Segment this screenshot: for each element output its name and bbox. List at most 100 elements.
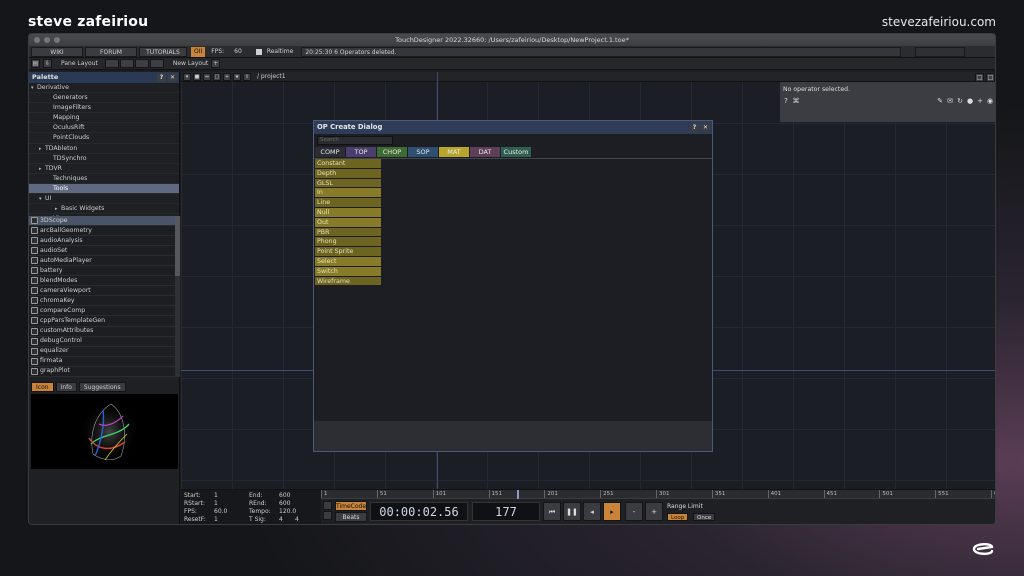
component-list-item[interactable]: 3DScope bbox=[29, 216, 175, 227]
fps-value[interactable]: 60.0 bbox=[214, 508, 227, 515]
scrollbar-thumb[interactable] bbox=[175, 216, 180, 276]
layout-option-4[interactable] bbox=[149, 59, 164, 68]
tab-icon[interactable]: Icon bbox=[31, 382, 54, 392]
start-value[interactable]: 1 bbox=[214, 492, 218, 499]
op-item[interactable]: Depth bbox=[315, 168, 381, 179]
component-list-item[interactable]: customAttributes bbox=[29, 327, 175, 337]
refresh-icon[interactable]: ↻ bbox=[956, 97, 964, 105]
tree-item[interactable]: Tools bbox=[29, 183, 179, 195]
rend-value[interactable]: 600 bbox=[279, 500, 290, 507]
tab-mat[interactable]: MAT bbox=[439, 147, 469, 157]
rewind-icon[interactable]: ⏮ bbox=[543, 502, 561, 521]
component-list-item[interactable]: audioSet bbox=[29, 246, 175, 257]
component-list-item[interactable]: battery bbox=[29, 266, 175, 277]
layout-option-1[interactable] bbox=[104, 59, 119, 68]
frame-display[interactable]: 177 bbox=[472, 502, 540, 521]
component-list-item[interactable]: chromaKey bbox=[29, 296, 175, 307]
network-path[interactable]: / project1 bbox=[257, 73, 286, 80]
link-icon[interactable]: ⇔ bbox=[203, 72, 211, 81]
timecode-display[interactable]: 00:00:02.56 bbox=[370, 502, 468, 521]
tree-item[interactable]: Techniques bbox=[29, 174, 179, 184]
component-list-item[interactable]: blendModes bbox=[29, 276, 175, 287]
step-forward-icon[interactable]: + bbox=[645, 502, 663, 521]
component-list-item[interactable]: graphPlot bbox=[29, 367, 175, 377]
tree-item[interactable]: OculusRift bbox=[29, 123, 179, 134]
once-button[interactable]: Once bbox=[693, 513, 716, 521]
close-icon[interactable]: ✕ bbox=[168, 73, 177, 82]
component-list-item[interactable]: audioAnalysis bbox=[29, 236, 175, 247]
resetf-value[interactable]: 1 bbox=[214, 516, 218, 523]
download-icon[interactable]: ⇩ bbox=[43, 59, 52, 68]
info-icon[interactable]: ● bbox=[966, 97, 974, 105]
tree-item[interactable]: Generators bbox=[29, 93, 179, 104]
component-list-item[interactable]: compareComp bbox=[29, 306, 175, 317]
op-search-input[interactable]: Search bbox=[317, 136, 393, 145]
op-item[interactable]: Select bbox=[315, 256, 381, 267]
dialog-help-icon[interactable]: ? bbox=[690, 123, 699, 132]
step-back-icon[interactable]: - bbox=[625, 502, 643, 521]
op-item[interactable]: Null bbox=[315, 207, 381, 218]
op-item[interactable]: Line bbox=[315, 198, 381, 208]
op-item[interactable]: Wireframe bbox=[315, 276, 381, 287]
tree-item[interactable]: ▾ UI bbox=[29, 194, 179, 205]
menu-arrow-icon[interactable]: ▾ bbox=[183, 72, 191, 81]
rstart-value[interactable]: 1 bbox=[214, 500, 218, 507]
end-value[interactable]: 600 bbox=[279, 492, 290, 499]
tree-item[interactable]: ▸ Basic Widgets bbox=[29, 204, 179, 215]
tab-top[interactable]: TOP bbox=[346, 147, 376, 157]
forum-button[interactable]: FORUM bbox=[85, 46, 137, 57]
stop-icon[interactable]: ■ bbox=[193, 72, 201, 81]
component-list-item[interactable]: cppParsTemplateGen bbox=[29, 316, 175, 327]
help-icon[interactable]: ? bbox=[782, 97, 790, 105]
playhead[interactable] bbox=[517, 490, 519, 499]
wiki-button[interactable]: WIKI bbox=[31, 46, 83, 57]
tree-item[interactable]: Mapping bbox=[29, 113, 179, 124]
dialog-close-icon[interactable]: ✕ bbox=[701, 123, 710, 132]
star-icon[interactable]: ★ bbox=[233, 72, 241, 81]
tree-item[interactable]: ▸ TDVR bbox=[29, 164, 179, 174]
op-item[interactable]: Switch bbox=[315, 266, 381, 277]
timeline-option-2[interactable] bbox=[323, 511, 332, 520]
tab-dat[interactable]: DAT bbox=[470, 147, 500, 157]
tab-chop[interactable]: CHOP bbox=[377, 147, 407, 157]
op-item[interactable]: PBR bbox=[315, 227, 381, 238]
oii-indicator[interactable]: OII bbox=[191, 46, 206, 57]
menubar-right-field[interactable] bbox=[915, 46, 966, 57]
tsig-numerator[interactable]: 4 bbox=[279, 516, 283, 523]
realtime-checkbox[interactable] bbox=[255, 48, 262, 55]
add-icon[interactable]: + bbox=[976, 97, 984, 105]
component-list-item[interactable]: autoMediaPlayer bbox=[29, 256, 175, 267]
op-item[interactable]: GLSL bbox=[315, 178, 381, 189]
pane-icon[interactable]: □ bbox=[975, 73, 984, 82]
component-list-item[interactable]: firmata bbox=[29, 357, 175, 367]
tree-item[interactable]: PointClouds bbox=[29, 133, 179, 144]
tsig-denominator[interactable]: 4 bbox=[295, 516, 299, 523]
op-item[interactable]: Out bbox=[315, 217, 381, 228]
component-list-item[interactable]: equalizer bbox=[29, 347, 175, 357]
python-icon[interactable]: ⌘ bbox=[792, 97, 800, 105]
component-list-scrollbar[interactable] bbox=[175, 216, 180, 377]
pause-icon[interactable]: ❚❚ bbox=[563, 502, 581, 521]
square-icon[interactable]: □ bbox=[213, 72, 221, 81]
component-list-item[interactable]: cameraViewport bbox=[29, 286, 175, 297]
help-icon[interactable]: ? bbox=[157, 73, 166, 82]
tempo-value[interactable]: 120.0 bbox=[279, 508, 296, 515]
tree-item[interactable]: TDSynchro bbox=[29, 154, 179, 164]
tab-sop[interactable]: SOP bbox=[408, 147, 438, 157]
timeline-option-1[interactable] bbox=[323, 501, 332, 510]
beats-mode-button[interactable]: Beats bbox=[335, 512, 367, 522]
op-item[interactable]: Point Sprite bbox=[315, 247, 381, 257]
add-layout-icon[interactable]: + bbox=[211, 59, 221, 68]
tree-item[interactable]: ▾ Derivative bbox=[29, 83, 179, 94]
comment-icon[interactable]: ✉ bbox=[946, 97, 954, 105]
tab-comp[interactable]: COMP bbox=[315, 147, 345, 157]
timecode-mode-button[interactable]: TimeCode bbox=[335, 501, 367, 511]
tree-item[interactable]: ImageFilters bbox=[29, 103, 179, 114]
tab-custom[interactable]: Custom bbox=[501, 147, 531, 157]
edit-icon[interactable]: ✎ bbox=[936, 97, 944, 105]
layout-option-3[interactable] bbox=[134, 59, 149, 68]
tab-info[interactable]: Info bbox=[55, 382, 77, 392]
pane-menu-icon[interactable]: □ bbox=[986, 73, 995, 82]
layout-option-2[interactable] bbox=[119, 59, 134, 68]
op-item[interactable]: Constant bbox=[315, 159, 381, 169]
